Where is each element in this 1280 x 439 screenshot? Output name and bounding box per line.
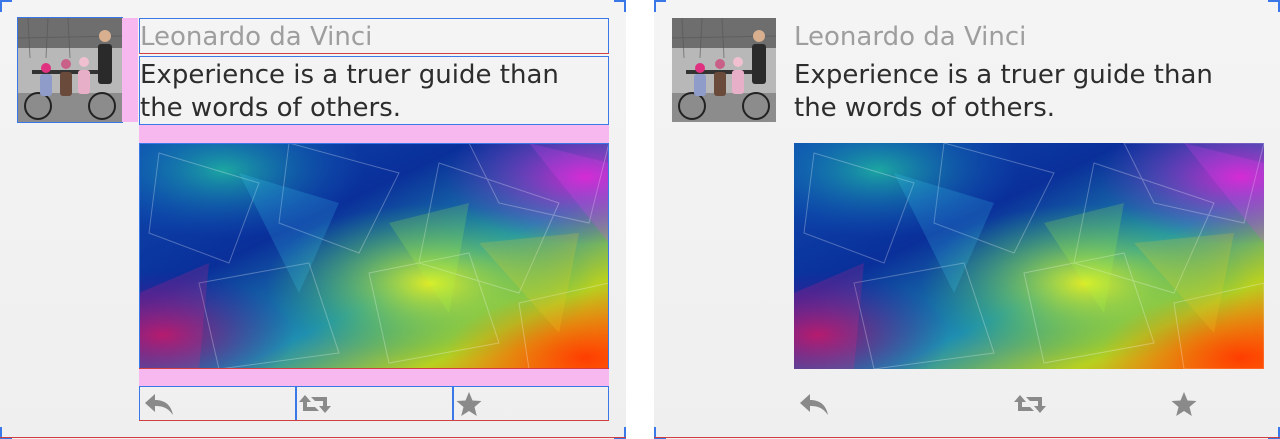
avatar-image (672, 18, 776, 122)
margin-overlay (139, 125, 609, 143)
author-name: Leonardo da Vinci (794, 22, 1027, 52)
bounds-corner (654, 0, 666, 12)
star-icon (1171, 392, 1197, 416)
reply-bounds (139, 386, 296, 421)
avatar-bounds (17, 17, 123, 123)
media-bounds (139, 143, 609, 369)
padding-guide (139, 420, 609, 421)
bounds-corner (0, 0, 12, 12)
bounds-corner (614, 0, 626, 12)
author-name-bounds (139, 18, 609, 54)
margin-overlay (139, 369, 609, 386)
avatar[interactable] (672, 18, 776, 122)
reply-icon (800, 394, 828, 415)
abstract-art-image (794, 143, 1264, 369)
bounds-corner (1268, 0, 1280, 12)
favorite-button[interactable] (1104, 387, 1264, 421)
tweet-card-layout-bounds: Leonardo da Vinci Experience is a truer … (0, 0, 626, 439)
retweet-bounds (296, 386, 453, 421)
favorite-bounds (453, 386, 609, 421)
media-image[interactable] (794, 143, 1264, 369)
padding-guide (654, 437, 1280, 438)
padding-guide (139, 53, 609, 54)
retweet-button[interactable] (950, 387, 1110, 421)
tweet-card: Leonardo da Vinci Experience is a truer … (654, 0, 1280, 439)
tweet-text: Experience is a truer guide than the wor… (794, 60, 1213, 123)
margin-overlay (122, 18, 138, 122)
padding-guide (0, 437, 626, 438)
tweet-text-bounds (139, 56, 609, 125)
reply-button[interactable] (794, 387, 954, 421)
retweet-icon (1014, 395, 1046, 413)
